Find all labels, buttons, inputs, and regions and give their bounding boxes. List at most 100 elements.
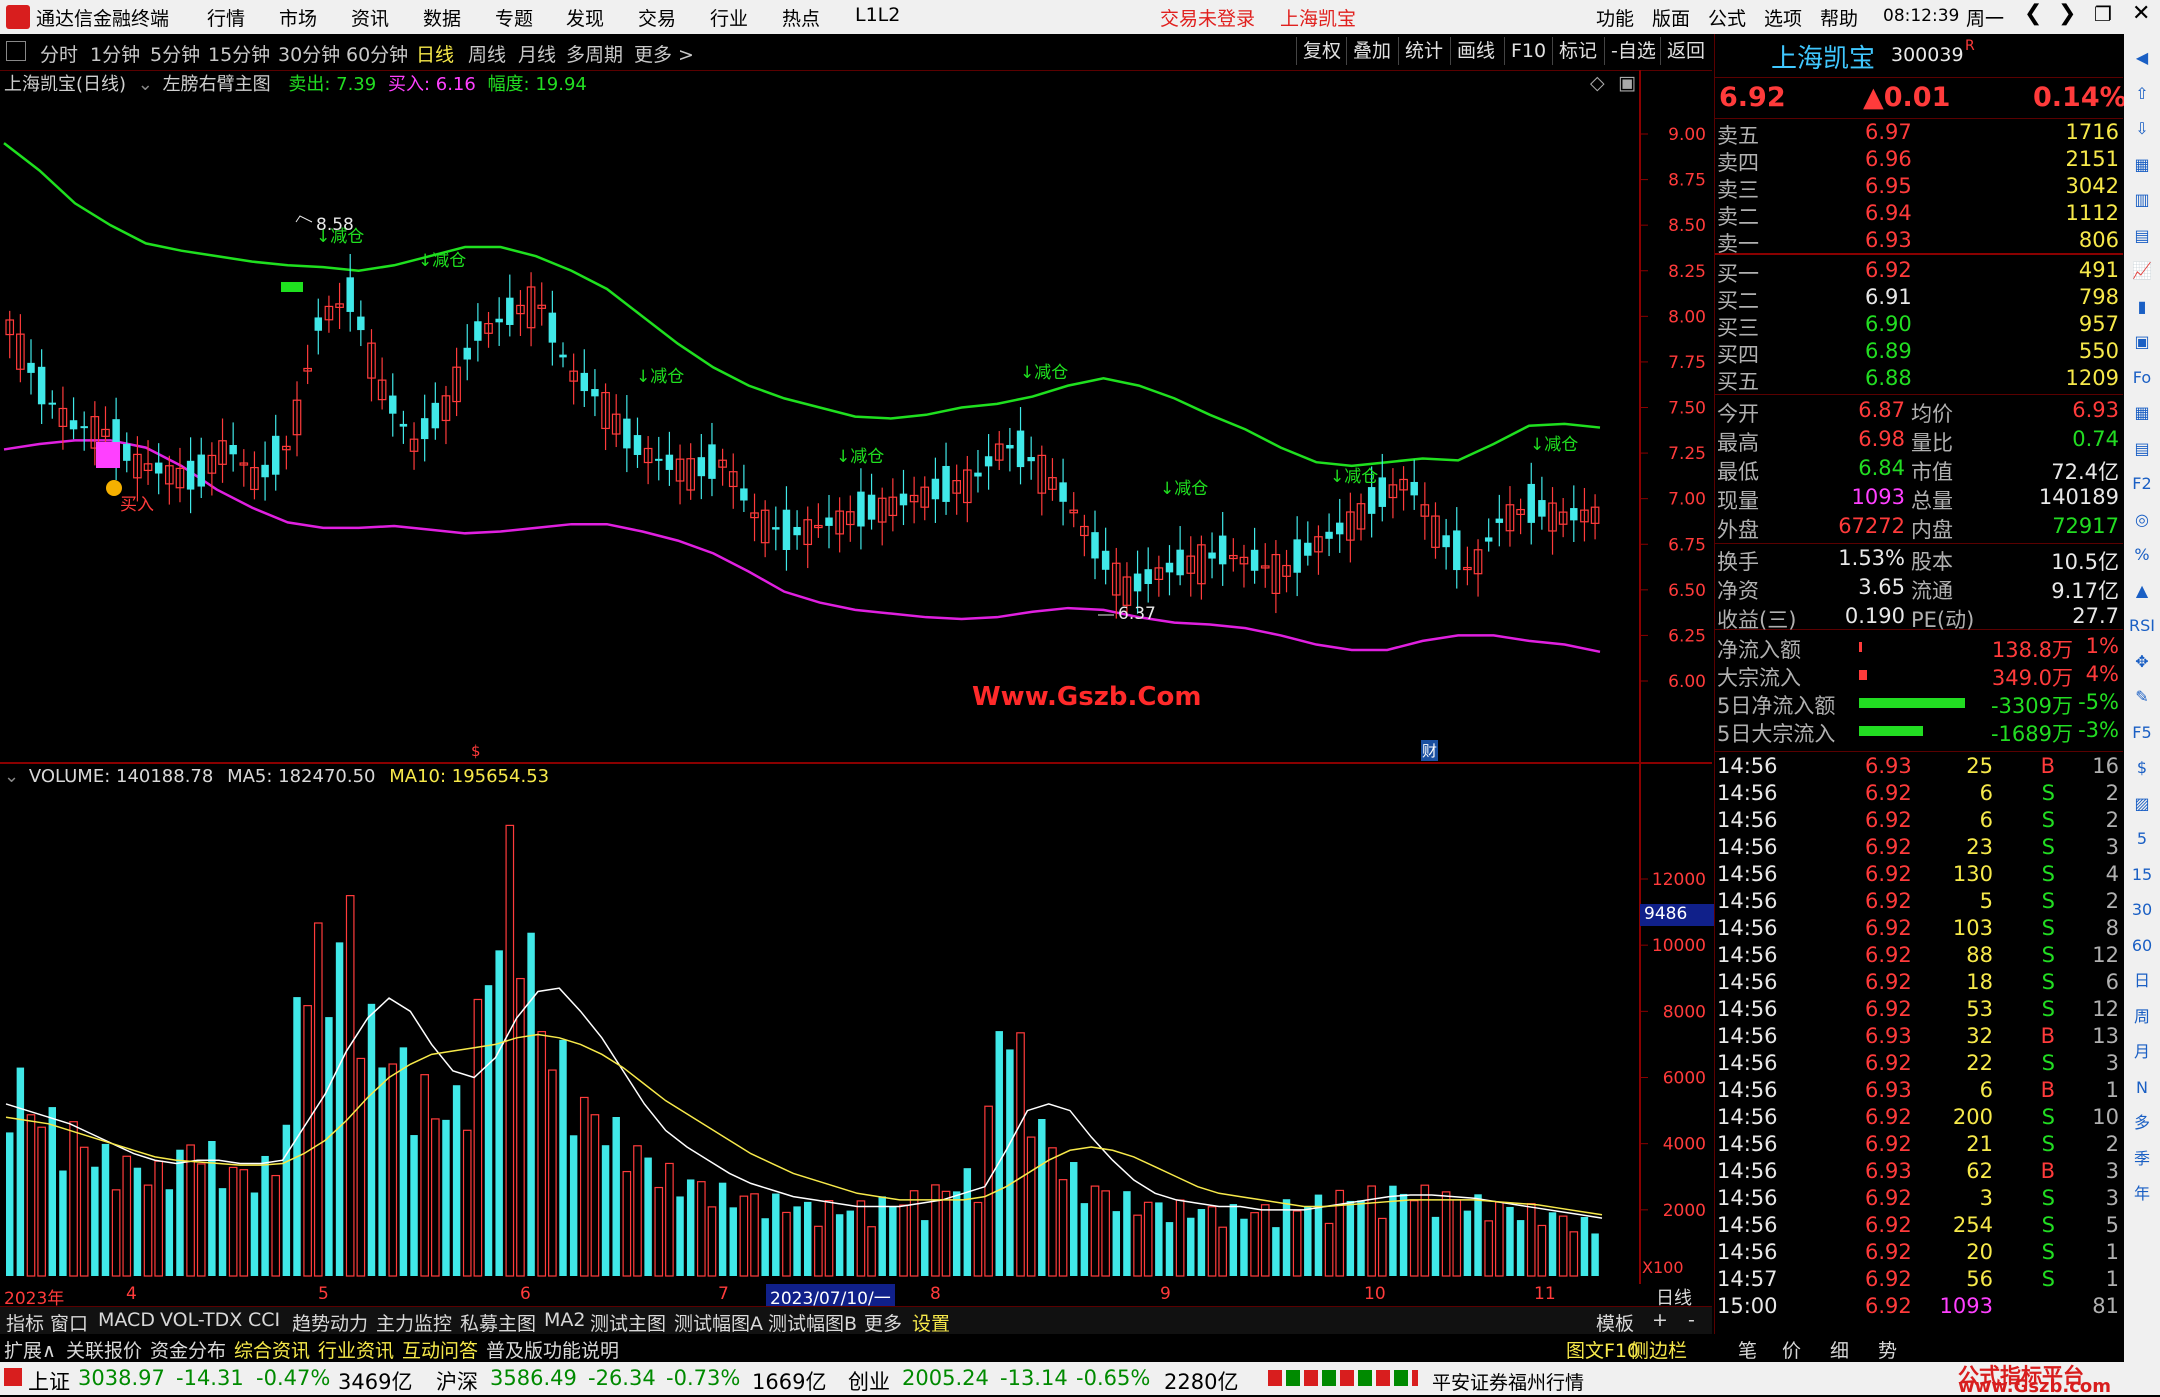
tab-shezhi[interactable]: 设置 bbox=[912, 1309, 950, 1336]
tool-icon-11[interactable]: ▤ bbox=[2128, 435, 2156, 463]
tool-icon-22[interactable]: 5 bbox=[2128, 825, 2156, 853]
period-more[interactable]: 更多 > bbox=[634, 40, 694, 67]
forward-nav-icon[interactable]: ❯ bbox=[2058, 1, 2076, 26]
tab-gengduo[interactable]: 更多 bbox=[864, 1309, 902, 1336]
btn-fanhui[interactable]: 返回 bbox=[1660, 37, 1711, 65]
tool-icon-28[interactable]: 月 bbox=[2128, 1038, 2156, 1066]
tool-icon-2[interactable]: ⇩ bbox=[2128, 115, 2156, 143]
menu-hangqing[interactable]: 行情 bbox=[207, 4, 245, 31]
tool-icon-25[interactable]: 60 bbox=[2128, 932, 2156, 960]
menu-redian[interactable]: 热点 bbox=[782, 4, 820, 31]
tool-icon-17[interactable]: ✥ bbox=[2128, 648, 2156, 676]
period-30min[interactable]: 30分钟 bbox=[278, 40, 340, 67]
tab-shi[interactable]: 势 bbox=[1878, 1336, 1897, 1363]
tab-zhuli[interactable]: 主力监控 bbox=[376, 1309, 452, 1336]
tool-icon-14[interactable]: % bbox=[2128, 541, 2156, 569]
menu-jiaoyi[interactable]: 交易 bbox=[638, 4, 676, 31]
menu-bangzhu[interactable]: 帮助 bbox=[1820, 4, 1858, 31]
tab-chuangkou[interactable]: 窗口 bbox=[50, 1309, 88, 1336]
tool-icon-10[interactable]: ▦ bbox=[2128, 399, 2156, 427]
menu-zixun[interactable]: 资讯 bbox=[351, 4, 389, 31]
finance-marker[interactable]: 财 bbox=[1421, 740, 1439, 761]
menu-gongneng[interactable]: 功能 bbox=[1596, 4, 1634, 31]
period-month[interactable]: 月线 bbox=[518, 40, 556, 67]
volume-chart-area[interactable]: ⌄ VOLUME: 140188.78 MA5: 182470.50 MA10:… bbox=[0, 764, 1716, 1284]
period-5min[interactable]: 5分钟 bbox=[150, 40, 200, 67]
btn-tongji[interactable]: 统计 bbox=[1398, 37, 1449, 65]
tab-ceshi-main[interactable]: 测试主图 bbox=[590, 1309, 666, 1336]
tool-icon-30[interactable]: 多 bbox=[2128, 1109, 2156, 1137]
btn-diejia[interactable]: 叠加 bbox=[1346, 37, 1397, 65]
menu-faxian[interactable]: 发现 bbox=[566, 4, 604, 31]
tool-icon-23[interactable]: 15 bbox=[2128, 861, 2156, 889]
tool-icon-19[interactable]: F5 bbox=[2128, 719, 2156, 747]
tab-kuozhan[interactable]: 扩展∧ bbox=[4, 1336, 56, 1363]
tool-icon-3[interactable]: ▦ bbox=[2128, 151, 2156, 179]
menu-hangye[interactable]: 行业 bbox=[710, 4, 748, 31]
tab-xi[interactable]: 细 bbox=[1830, 1336, 1849, 1363]
tool-icon-4[interactable]: ▥ bbox=[2128, 186, 2156, 214]
sidebar-toggle-icon[interactable] bbox=[6, 41, 26, 61]
tool-icon-32[interactable]: 年 bbox=[2128, 1180, 2156, 1208]
tool-icon-15[interactable]: ▲ bbox=[2128, 577, 2156, 605]
tool-icon-21[interactable]: ▨ bbox=[2128, 790, 2156, 818]
period-week[interactable]: 周线 bbox=[468, 40, 506, 67]
menu-l1l2[interactable]: L1L2 bbox=[855, 4, 900, 26]
tab-zonghe[interactable]: 综合资讯 bbox=[234, 1336, 310, 1363]
tool-icon-12[interactable]: F2 bbox=[2128, 470, 2156, 498]
menu-gongshi[interactable]: 公式 bbox=[1708, 4, 1746, 31]
main-chart-area[interactable]: 上海凯宝(日线) ⌄ 左膀右臂主图 卖出: 7.39 买入: 6.16 幅度: … bbox=[0, 70, 1712, 762]
tab-tuwen-f10[interactable]: 图文F10 bbox=[1566, 1336, 1639, 1363]
period-fenshi[interactable]: 分时 bbox=[40, 40, 78, 67]
tool-icon-7[interactable]: ▮ bbox=[2128, 293, 2156, 321]
zoom-out-button[interactable]: - bbox=[1688, 1309, 1695, 1331]
tool-icon-6[interactable]: 📈 bbox=[2128, 257, 2156, 285]
tool-icon-24[interactable]: 30 bbox=[2128, 896, 2156, 924]
tab-simu[interactable]: 私募主图 bbox=[460, 1309, 536, 1336]
tab-hudong[interactable]: 互动问答 bbox=[402, 1336, 478, 1363]
tool-icon-27[interactable]: 周 bbox=[2128, 1003, 2156, 1031]
tab-ceshi-a[interactable]: 测试幅图A bbox=[674, 1309, 763, 1336]
tool-icon-1[interactable]: ⇧ bbox=[2128, 80, 2156, 108]
period-day[interactable]: 日线 bbox=[416, 40, 454, 67]
tool-icon-5[interactable]: ▤ bbox=[2128, 222, 2156, 250]
close-window-icon[interactable]: ✕ bbox=[2132, 1, 2150, 26]
tab-macd[interactable]: MACD bbox=[98, 1309, 155, 1331]
restore-window-icon[interactable]: ❐ bbox=[2094, 2, 2112, 26]
btn-zixuan[interactable]: -自选 bbox=[1604, 37, 1662, 65]
tool-icon-29[interactable]: N bbox=[2128, 1074, 2156, 1102]
sh-index-name[interactable]: 上证 bbox=[28, 1366, 70, 1396]
login-status[interactable]: 交易未登录 bbox=[1160, 4, 1255, 31]
tool-icon-20[interactable]: $ bbox=[2128, 754, 2156, 782]
tab-ma2[interactable]: MA2 bbox=[544, 1309, 585, 1331]
tab-ceshi-b[interactable]: 测试幅图B bbox=[768, 1309, 857, 1336]
hs-index-name[interactable]: 沪深 bbox=[436, 1366, 478, 1396]
tool-icon-16[interactable]: RSI bbox=[2128, 612, 2156, 640]
template-button[interactable]: 模板 bbox=[1596, 1309, 1634, 1336]
tab-jia[interactable]: 价 bbox=[1782, 1336, 1801, 1363]
period-60min[interactable]: 60分钟 bbox=[346, 40, 408, 67]
period-1min[interactable]: 1分钟 bbox=[90, 40, 140, 67]
dollar-marker[interactable]: $ bbox=[471, 742, 481, 760]
tab-zijin[interactable]: 资金分布 bbox=[150, 1336, 226, 1363]
menu-shuju[interactable]: 数据 bbox=[423, 4, 461, 31]
tab-guanlian[interactable]: 关联报价 bbox=[66, 1336, 142, 1363]
tool-icon-9[interactable]: Fo bbox=[2128, 364, 2156, 392]
back-nav-icon[interactable]: ❮ bbox=[2024, 1, 2042, 26]
tab-bi[interactable]: 笔 bbox=[1738, 1336, 1757, 1363]
tab-puji[interactable]: 普及版功能说明 bbox=[486, 1336, 619, 1363]
tool-icon-0[interactable]: ◀ bbox=[2128, 44, 2156, 72]
btn-huaxian[interactable]: 画线 bbox=[1450, 37, 1501, 65]
tool-icon-31[interactable]: 季 bbox=[2128, 1145, 2156, 1173]
menu-shichang[interactable]: 市场 bbox=[279, 4, 317, 31]
btn-f10[interactable]: F10 bbox=[1504, 37, 1552, 65]
menu-xuanxiang[interactable]: 选项 bbox=[1764, 4, 1802, 31]
period-15min[interactable]: 15分钟 bbox=[208, 40, 270, 67]
tool-icon-8[interactable]: ▣ bbox=[2128, 328, 2156, 356]
zoom-in-button[interactable]: + bbox=[1652, 1309, 1668, 1331]
tab-cci[interactable]: CCI bbox=[248, 1309, 280, 1331]
period-multi[interactable]: 多周期 bbox=[566, 40, 623, 67]
cy-index-name[interactable]: 创业 bbox=[848, 1366, 890, 1396]
tool-icon-26[interactable]: 日 bbox=[2128, 967, 2156, 995]
tab-vol-tdx[interactable]: VOL-TDX bbox=[160, 1309, 242, 1331]
